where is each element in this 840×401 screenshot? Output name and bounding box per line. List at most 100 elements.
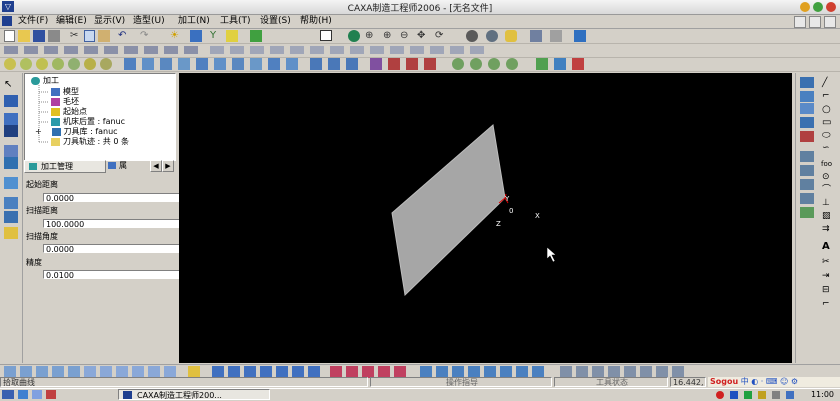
menu-file[interactable]: 文件(F) xyxy=(16,15,50,27)
doc-close-button[interactable] xyxy=(824,16,836,28)
surface-patch[interactable] xyxy=(391,124,506,297)
tb2-icon-14[interactable] xyxy=(270,46,284,54)
close-button[interactable] xyxy=(826,2,836,12)
tb3-icon-12[interactable] xyxy=(196,58,208,70)
rotate-icon[interactable]: ⟳ xyxy=(435,30,447,42)
extend-icon[interactable]: ⇥ xyxy=(822,271,836,282)
tab-machining-manager[interactable]: 加工管理 xyxy=(24,160,106,173)
scan-distance-input[interactable]: 100.0000 xyxy=(43,219,194,229)
tb2-icon-9[interactable] xyxy=(164,46,178,54)
rs-icon-6[interactable] xyxy=(800,151,814,162)
tree-icon[interactable] xyxy=(4,113,18,125)
rs-icon-10[interactable] xyxy=(800,207,814,218)
tb2-icon-17[interactable] xyxy=(330,46,344,54)
start-distance-input[interactable]: 0.0000 xyxy=(43,193,194,203)
tb3-icon-11[interactable] xyxy=(178,58,190,70)
zoom-in-icon[interactable]: ⊕ xyxy=(383,30,395,42)
quicklaunch-app-icon[interactable] xyxy=(46,390,56,399)
function-icon[interactable]: foo xyxy=(821,159,835,170)
tb3-icon-30[interactable] xyxy=(554,58,566,70)
tray-icon-5[interactable] xyxy=(772,391,780,399)
menu-edit[interactable]: 编辑(E) xyxy=(54,15,89,27)
tb3-icon-1[interactable] xyxy=(4,58,16,70)
redo-icon[interactable]: ↷ xyxy=(140,30,152,42)
spline-icon[interactable]: ∽ xyxy=(822,143,836,154)
scale-icon[interactable] xyxy=(4,227,18,239)
menu-help[interactable]: 帮助(H) xyxy=(298,15,334,27)
line-icon[interactable]: ╱ xyxy=(822,78,836,89)
zoom-out-icon[interactable]: ⊖ xyxy=(400,30,412,42)
tray-icon-3[interactable] xyxy=(744,391,752,399)
sim-icon[interactable] xyxy=(530,30,542,42)
tb3-icon-27[interactable] xyxy=(488,58,500,70)
rs-icon-5[interactable] xyxy=(800,131,814,142)
start-icon[interactable] xyxy=(2,390,14,399)
filter-icon[interactable]: Y xyxy=(210,30,222,42)
offset-icon[interactable]: ⇉ xyxy=(822,224,836,235)
tray-icon-1[interactable] xyxy=(716,391,724,399)
light-icon[interactable]: ☀ xyxy=(170,30,182,42)
fillet-icon[interactable]: ⌐ xyxy=(822,299,836,310)
tb3-icon-10[interactable] xyxy=(160,58,172,70)
menu-settings[interactable]: 设置(S) xyxy=(258,15,293,27)
tb3-icon-13[interactable] xyxy=(214,58,226,70)
shade-icon[interactable] xyxy=(486,30,498,42)
tb2-icon-18[interactable] xyxy=(350,46,364,54)
array-icon[interactable] xyxy=(4,211,18,223)
tb3-icon-18[interactable] xyxy=(310,58,322,70)
ime-toolbar[interactable]: Sogou 中 ◐ · ⌨ ☺ ⚙ xyxy=(708,377,840,387)
open-icon[interactable] xyxy=(18,30,30,42)
paste-icon[interactable] xyxy=(98,30,110,42)
tb3-icon-19[interactable] xyxy=(328,58,340,70)
tray-icon-6[interactable] xyxy=(786,391,794,399)
menu-machining[interactable]: 加工(N) xyxy=(176,15,212,27)
minimize-button[interactable] xyxy=(800,2,810,12)
view-icon[interactable] xyxy=(4,157,18,169)
tb3-icon-21[interactable] xyxy=(370,58,382,70)
rs-icon-9[interactable] xyxy=(800,193,814,204)
rs-icon-1[interactable] xyxy=(800,77,814,88)
ellipse-icon[interactable]: ⬭ xyxy=(822,130,836,141)
tb2-icon-12[interactable] xyxy=(230,46,244,54)
break-icon[interactable]: ⊟ xyxy=(822,285,836,296)
layer-icon[interactable] xyxy=(190,30,202,42)
point-icon[interactable]: ⊙ xyxy=(822,172,836,183)
tb3-icon-29[interactable] xyxy=(536,58,548,70)
tb3-icon-7[interactable] xyxy=(100,58,112,70)
tb2-icon-21[interactable] xyxy=(410,46,424,54)
tb2-icon-22[interactable] xyxy=(430,46,444,54)
maximize-button[interactable] xyxy=(813,2,823,12)
rs-icon-7[interactable] xyxy=(800,165,814,176)
quicklaunch-ie-icon[interactable] xyxy=(18,390,28,399)
scan-angle-input[interactable]: 0.0000 xyxy=(43,244,194,254)
new-file-icon[interactable] xyxy=(4,30,15,42)
edit-icon[interactable] xyxy=(4,95,18,107)
tb3-icon-23[interactable] xyxy=(406,58,418,70)
tb2-icon-4[interactable] xyxy=(64,46,78,54)
tb3-icon-26[interactable] xyxy=(470,58,482,70)
tb2-icon-15[interactable] xyxy=(290,46,304,54)
tb3-icon-16[interactable] xyxy=(268,58,280,70)
tb3-icon-25[interactable] xyxy=(452,58,464,70)
properties-icon[interactable] xyxy=(4,125,18,137)
doc-restore-button[interactable] xyxy=(809,16,821,28)
arc-icon[interactable]: ⌒ xyxy=(822,185,836,196)
rs-icon-3[interactable] xyxy=(800,103,814,114)
tb3-icon-24[interactable] xyxy=(424,58,436,70)
tab-scroll-right-button[interactable]: ▶ xyxy=(162,160,174,172)
tb2-icon-5[interactable] xyxy=(84,46,98,54)
tb2-icon-8[interactable] xyxy=(144,46,158,54)
layer-icon[interactable] xyxy=(4,145,18,157)
pointer-icon[interactable]: ↖ xyxy=(4,79,18,91)
tab-scroll-left-button[interactable]: ◀ xyxy=(150,160,162,172)
tb2-icon-19[interactable] xyxy=(370,46,384,54)
rs-icon-8[interactable] xyxy=(800,179,814,190)
print-icon[interactable] xyxy=(48,30,60,42)
tray-icon-2[interactable] xyxy=(730,391,738,399)
dimension-icon[interactable]: ⊥ xyxy=(822,198,836,209)
tb3-icon-28[interactable] xyxy=(506,58,518,70)
tab-properties[interactable]: 属 xyxy=(104,160,131,171)
window-icon[interactable] xyxy=(320,30,332,41)
tb2-icon-10[interactable] xyxy=(184,46,198,54)
menu-model[interactable]: 造型(U) xyxy=(131,15,167,27)
